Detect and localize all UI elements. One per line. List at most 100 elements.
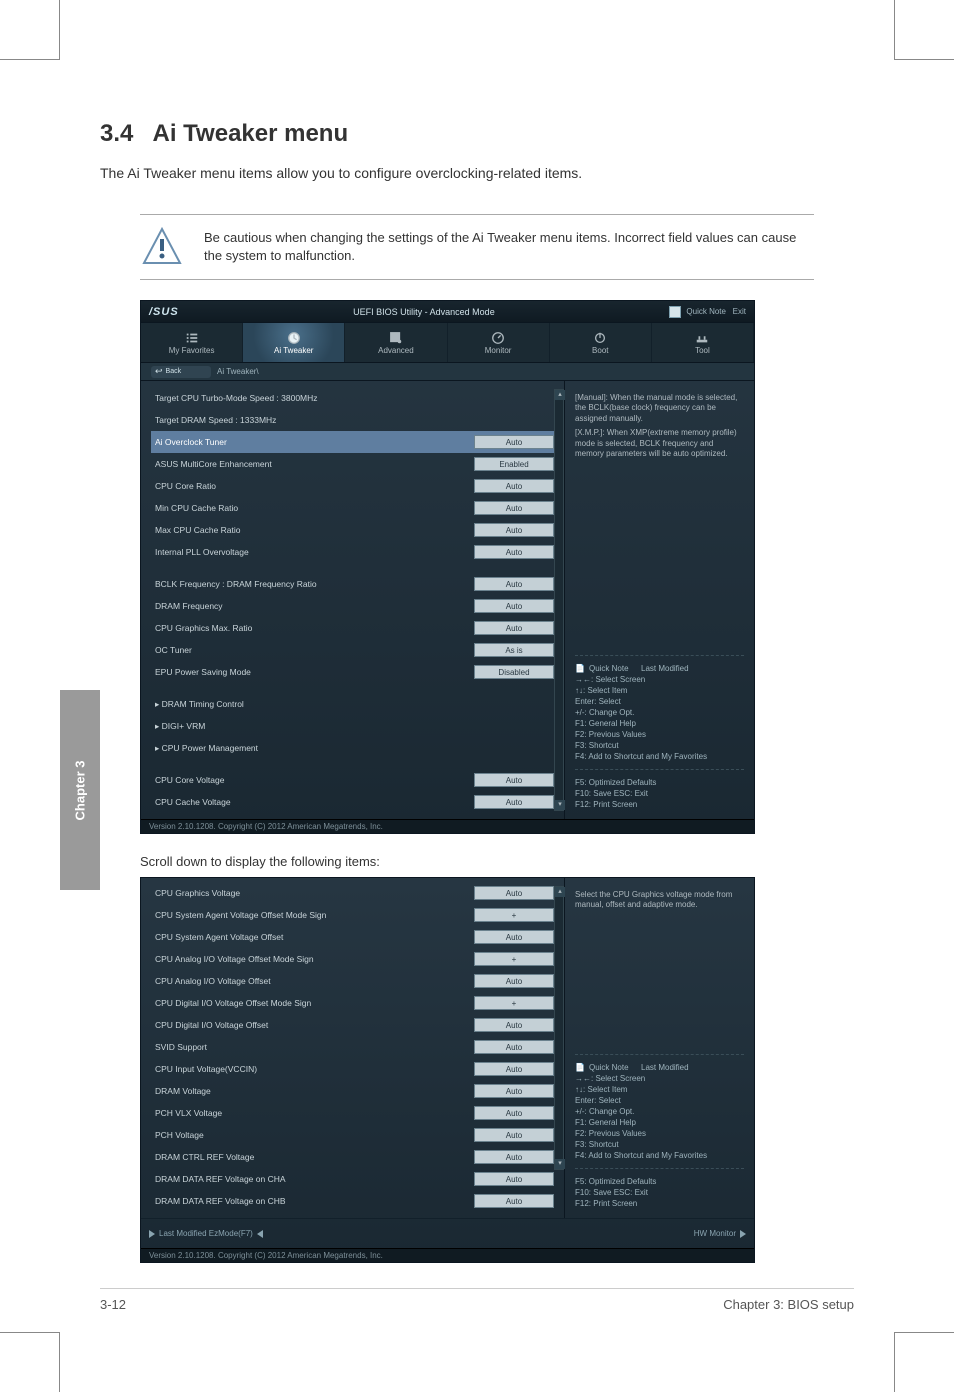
back-button[interactable]: ↩ Back (151, 366, 211, 378)
scrollbar[interactable]: ▴ ▾ (554, 886, 564, 1170)
setting-row[interactable]: Ai Overclock TunerAuto (151, 431, 558, 453)
side-desc: Select the CPU Graphics voltage mode fro… (575, 890, 744, 911)
setting-row[interactable]: DRAM DATA REF Voltage on CHBAuto (151, 1190, 558, 1212)
setting-label: DRAM DATA REF Voltage on CHA (155, 1174, 474, 1184)
setting-row[interactable]: ▸ CPU Power Management (151, 737, 558, 759)
nav-hint: F1: General Help (575, 719, 744, 728)
scroll-up-icon[interactable]: ▴ (555, 390, 565, 400)
setting-value[interactable]: Auto (474, 1062, 554, 1076)
crop-mark (0, 0, 60, 60)
setting-value[interactable]: + (474, 952, 554, 966)
setting-value[interactable]: Enabled (474, 457, 554, 471)
tab-advanced[interactable]: Advanced (345, 323, 447, 362)
setting-label: Target DRAM Speed : 1333MHz (155, 415, 554, 425)
setting-value[interactable]: Auto (474, 1018, 554, 1032)
setting-value[interactable]: Auto (474, 501, 554, 515)
setting-row[interactable]: Min CPU Cache RatioAuto (151, 497, 558, 519)
setting-row[interactable]: DRAM DATA REF Voltage on CHAAuto (151, 1168, 558, 1190)
scroll-down-icon[interactable]: ▾ (555, 800, 565, 810)
setting-row[interactable]: Max CPU Cache RatioAuto (151, 519, 558, 541)
setting-value[interactable]: Auto (474, 545, 554, 559)
setting-row[interactable]: CPU System Agent Voltage Offset Mode Sig… (151, 904, 558, 926)
tab-my-favorites[interactable]: My Favorites (141, 323, 243, 362)
setting-row[interactable]: CPU Graphics VoltageAuto (151, 882, 558, 904)
setting-row[interactable]: OC TunerAs is (151, 639, 558, 661)
setting-row[interactable]: SVID SupportAuto (151, 1036, 558, 1058)
setting-value[interactable]: Auto (474, 621, 554, 635)
nav-hint: →←: Select Screen (575, 1074, 744, 1083)
setting-value[interactable]: Auto (474, 1106, 554, 1120)
tab-ai-tweaker[interactable]: Ai Tweaker (243, 323, 345, 362)
setting-row[interactable]: BCLK Frequency : DRAM Frequency RatioAut… (151, 573, 558, 595)
setting-value[interactable]: Auto (474, 773, 554, 787)
setting-label: PCH Voltage (155, 1130, 474, 1140)
setting-value[interactable]: Auto (474, 577, 554, 591)
setting-row[interactable]: CPU Analog I/O Voltage Offset Mode Sign+ (151, 948, 558, 970)
setting-value[interactable]: Auto (474, 1128, 554, 1142)
scrollbar[interactable]: ▴ ▾ (554, 389, 564, 811)
setting-label: Max CPU Cache Ratio (155, 525, 474, 535)
setting-value[interactable]: Auto (474, 974, 554, 988)
setting-row[interactable]: PCH VoltageAuto (151, 1124, 558, 1146)
hw-monitor-button[interactable]: HW Monitor (694, 1229, 746, 1238)
last-modified-button[interactable]: Last Modified EzMode(F7) (149, 1229, 263, 1238)
setting-label: Min CPU Cache Ratio (155, 503, 474, 513)
setting-row[interactable]: CPU Input Voltage(VCCIN)Auto (151, 1058, 558, 1080)
setting-value[interactable]: + (474, 908, 554, 922)
setting-value[interactable]: Disabled (474, 665, 554, 679)
quick-note-label[interactable]: Quick Note (686, 307, 726, 316)
setting-row[interactable]: ASUS MultiCore EnhancementEnabled (151, 453, 558, 475)
setting-value[interactable]: Auto (474, 523, 554, 537)
scroll-up-icon[interactable]: ▴ (555, 887, 565, 897)
setting-value[interactable]: Auto (474, 1172, 554, 1186)
tab-tool[interactable]: Tool (652, 323, 754, 362)
setting-row[interactable]: CPU Core VoltageAuto (151, 769, 558, 791)
setting-value[interactable]: Auto (474, 479, 554, 493)
setting-value[interactable]: Auto (474, 1084, 554, 1098)
setting-value[interactable]: Auto (474, 930, 554, 944)
setting-value[interactable]: As is (474, 643, 554, 657)
back-label: Back (166, 368, 182, 375)
setting-value[interactable]: Auto (474, 795, 554, 809)
quick-note-link[interactable]: 📄Quick Note Last Modified (575, 664, 744, 673)
setting-row[interactable]: CPU Cache VoltageAuto (151, 791, 558, 813)
tab-monitor[interactable]: Monitor (448, 323, 550, 362)
setting-row[interactable]: Internal PLL OvervoltageAuto (151, 541, 558, 563)
tab-label: Ai Tweaker (274, 346, 313, 355)
setting-row[interactable]: CPU Digital I/O Voltage OffsetAuto (151, 1014, 558, 1036)
setting-row[interactable]: CPU Digital I/O Voltage Offset Mode Sign… (151, 992, 558, 1014)
setting-row[interactable]: DRAM CTRL REF VoltageAuto (151, 1146, 558, 1168)
warning-block: Be cautious when changing the settings o… (140, 214, 814, 280)
side-panel: Select the CPU Graphics voltage mode fro… (564, 878, 754, 1218)
setting-value[interactable]: Auto (474, 435, 554, 449)
setting-row[interactable]: CPU System Agent Voltage OffsetAuto (151, 926, 558, 948)
quick-note-link[interactable]: 📄Quick Note Last Modified (575, 1063, 744, 1072)
scroll-down-icon[interactable]: ▾ (555, 1159, 565, 1169)
setting-value[interactable]: Auto (474, 1194, 554, 1208)
setting-row[interactable]: ▸ DRAM Timing Control (151, 693, 558, 715)
bios-version: Version 2.10.1208. Copyright (C) 2012 Am… (149, 822, 383, 831)
setting-row[interactable]: PCH VLX VoltageAuto (151, 1102, 558, 1124)
setting-value[interactable]: + (474, 996, 554, 1010)
setting-row[interactable]: Target CPU Turbo-Mode Speed : 3800MHz (151, 387, 558, 409)
asus-logo: /SUS (149, 306, 179, 318)
setting-row[interactable]: EPU Power Saving ModeDisabled (151, 661, 558, 683)
setting-row[interactable]: ▸ DIGI+ VRM (151, 715, 558, 737)
setting-row[interactable]: DRAM FrequencyAuto (151, 595, 558, 617)
tab-boot[interactable]: Boot (550, 323, 652, 362)
setting-value[interactable]: Auto (474, 1150, 554, 1164)
nav-hint: F12: Print Screen (575, 1199, 744, 1208)
setting-row[interactable]: CPU Analog I/O Voltage OffsetAuto (151, 970, 558, 992)
header-right: Quick Note Exit (669, 306, 746, 318)
crop-mark (0, 1332, 60, 1392)
quick-note-icon[interactable] (669, 306, 681, 318)
setting-row[interactable]: Target DRAM Speed : 1333MHz (151, 409, 558, 431)
setting-value[interactable]: Auto (474, 1040, 554, 1054)
setting-row[interactable]: CPU Core RatioAuto (151, 475, 558, 497)
setting-row[interactable]: CPU Graphics Max. RatioAuto (151, 617, 558, 639)
setting-value[interactable]: Auto (474, 599, 554, 613)
setting-value[interactable]: Auto (474, 886, 554, 900)
setting-row[interactable]: DRAM VoltageAuto (151, 1080, 558, 1102)
exit-button[interactable]: Exit (733, 307, 746, 316)
nav-hint: F12: Print Screen (575, 800, 744, 809)
